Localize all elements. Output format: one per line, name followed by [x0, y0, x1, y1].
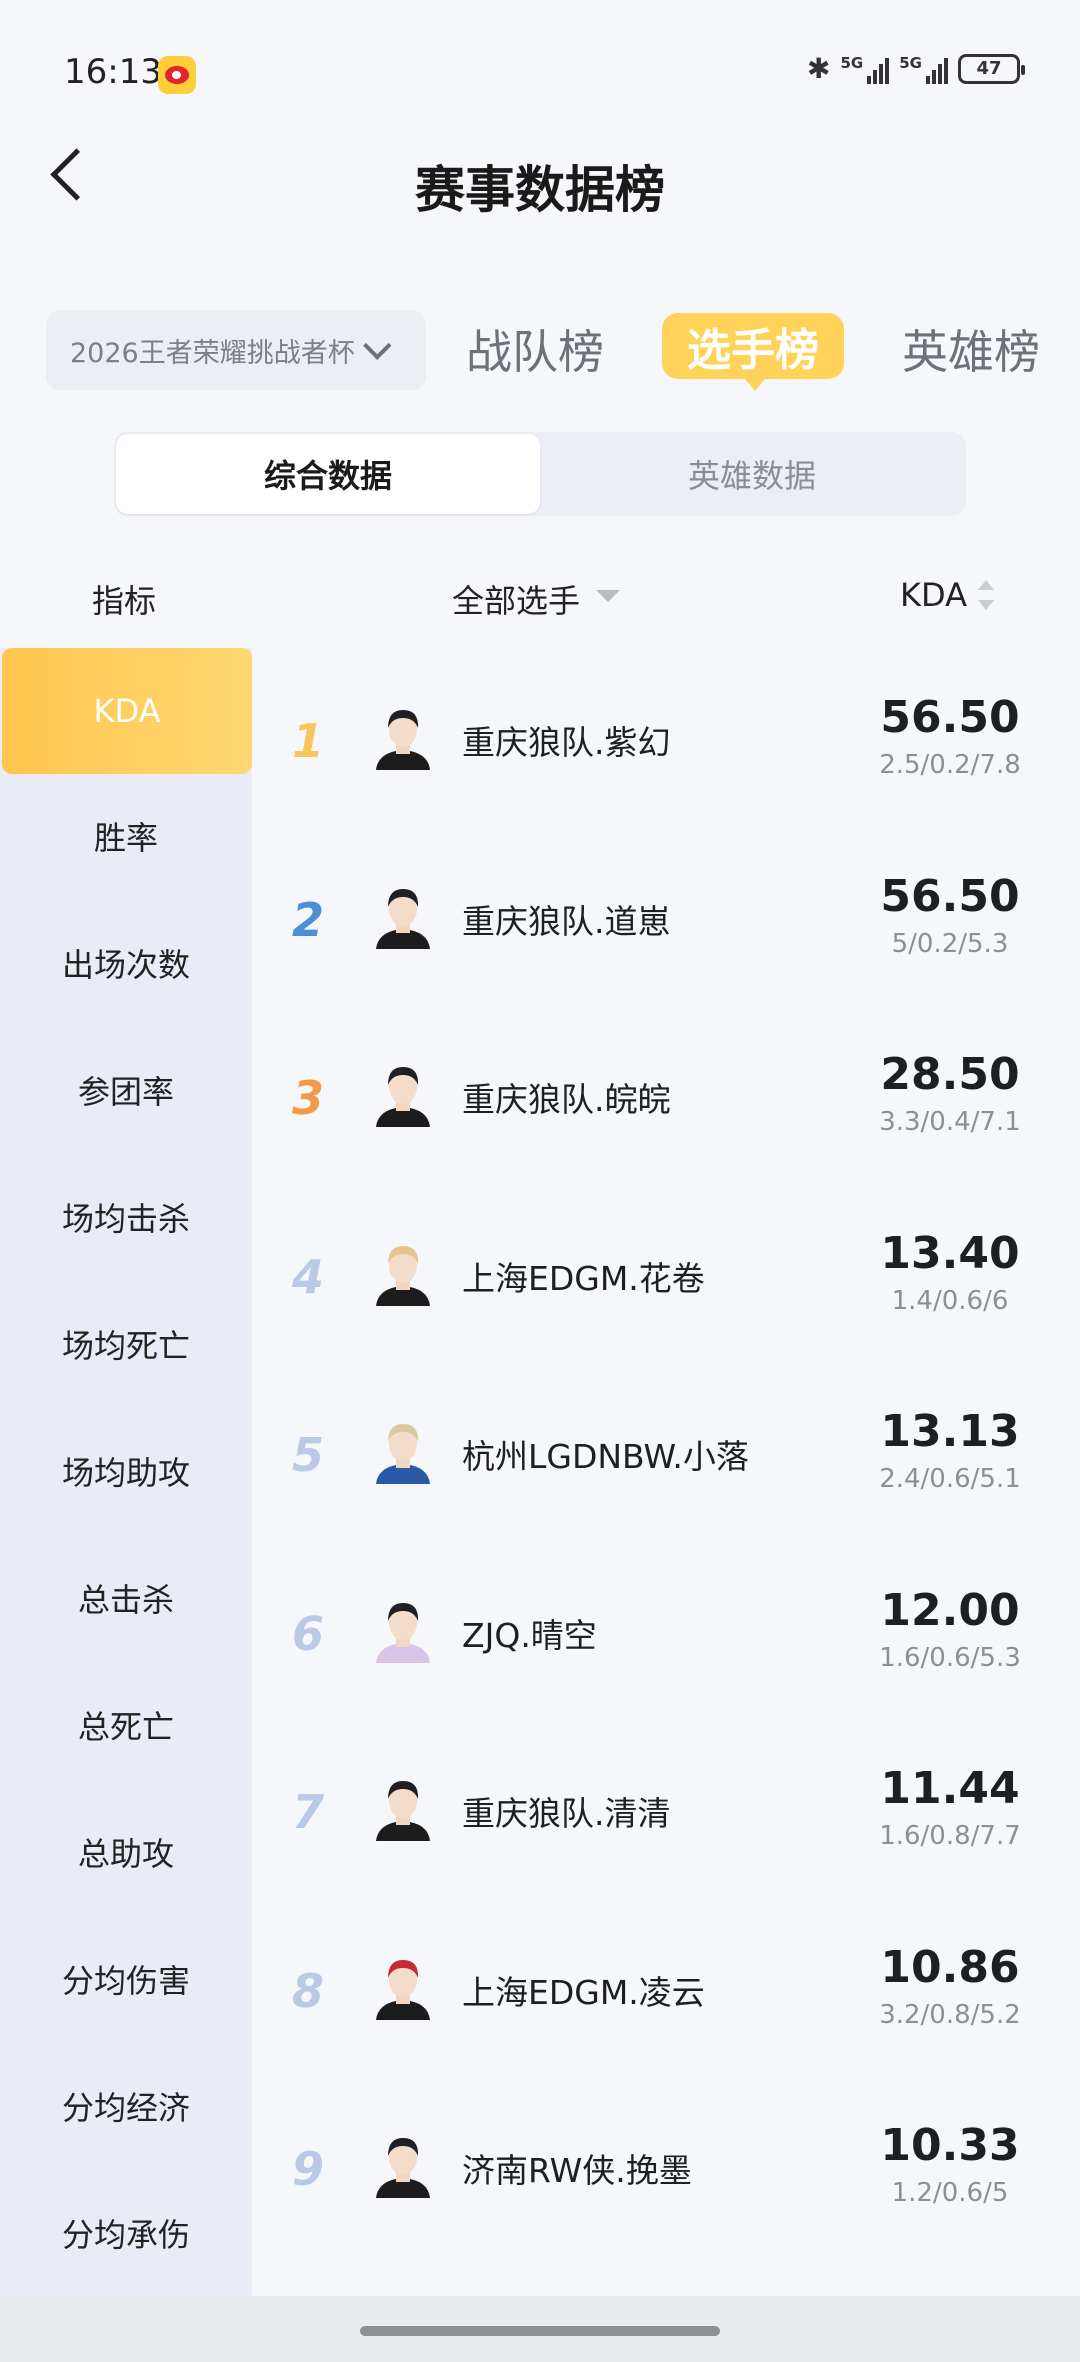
segment-overall[interactable]: 综合数据 [116, 434, 540, 514]
kda-detail: 5/0.2/5.3 [891, 928, 1009, 959]
kda-detail: 2.4/0.6/5.1 [879, 1464, 1021, 1494]
sidebar-item-avg-assists[interactable]: 场均助攻 [0, 1429, 252, 1513]
sidebar-item-total-assists[interactable]: 总助攻 [0, 1810, 252, 1894]
player-avatar[interactable] [372, 1597, 434, 1663]
kda-header[interactable]: KDA [900, 576, 967, 614]
sidebar-item-kda[interactable]: KDA [2, 648, 252, 774]
player-name[interactable]: ZJQ.晴空 [462, 1609, 597, 1657]
rank-number: 1 [291, 714, 324, 768]
sidebar-item-total-deaths[interactable]: 总死亡 [0, 1683, 252, 1767]
signal-icon-1: 5G [841, 54, 890, 84]
tab-hero[interactable]: 英雄榜 [902, 316, 1040, 382]
page-title: 赛事数据榜 [415, 161, 665, 219]
rank-number: 4 [291, 1249, 324, 1304]
kda-detail: 1.6/0.6/5.3 [879, 1642, 1021, 1673]
kda-value: 10.86 [880, 1941, 1020, 1993]
player-avatar[interactable] [372, 1954, 434, 2020]
battery-icon: 47 [958, 53, 1025, 84]
status-icons: ✱ 5G 5G 47 [807, 52, 1025, 85]
player-name[interactable]: 杭州LGDNBW.小落 [462, 1430, 749, 1478]
tab-player[interactable]: 选手榜 [662, 313, 844, 391]
caret-down-icon [596, 590, 620, 602]
weibo-icon [158, 56, 196, 94]
kda-detail: 1.2/0.6/5 [891, 2178, 1009, 2208]
sidebar-item-taken-per-min[interactable]: 分均承伤 [0, 2191, 252, 2275]
player-avatar[interactable] [372, 704, 434, 770]
sidebar-item-winrate[interactable]: 胜率 [0, 794, 252, 878]
kda-value: 11.44 [880, 1763, 1020, 1814]
kda-value: 12.00 [880, 1584, 1020, 1636]
tab-team[interactable]: 战队榜 [466, 316, 604, 382]
sort-icon[interactable] [978, 580, 996, 616]
player-avatar[interactable] [372, 1418, 434, 1484]
sidebar-item-appearances[interactable]: 出场次数 [0, 921, 252, 1005]
player-avatar[interactable] [372, 1240, 434, 1306]
tournament-dropdown[interactable]: 2026王者荣耀挑战者杯 [46, 310, 426, 390]
player-avatar[interactable] [372, 2132, 434, 2198]
sidebar-item-total-kills[interactable]: 总击杀 [0, 1556, 252, 1640]
player-avatar[interactable] [372, 1061, 434, 1127]
signal-icon-2: 5G [899, 54, 948, 84]
kda-value: 56.50 [880, 870, 1020, 922]
segment-hero[interactable]: 英雄数据 [540, 434, 964, 514]
kda-detail: 3.3/0.4/7.1 [879, 1107, 1021, 1137]
kda-detail: 1.4/0.6/6 [891, 1285, 1009, 1316]
rank-number: 5 [291, 1428, 324, 1482]
kda-value: 13.13 [880, 1406, 1020, 1457]
kda-value: 56.50 [880, 692, 1020, 743]
kda-value: 10.33 [880, 2120, 1020, 2171]
player-name[interactable]: 重庆狼队.紫幻 [462, 716, 671, 764]
player-name[interactable]: 济南RW侠.挽墨 [462, 2144, 692, 2192]
kda-value: 28.50 [880, 1049, 1020, 1100]
kda-detail: 3.2/0.8/5.2 [879, 1999, 1021, 2030]
rank-number: 3 [291, 1071, 324, 1125]
rank-number: 7 [291, 1785, 324, 1839]
home-indicator[interactable] [360, 2326, 720, 2336]
chevron-down-icon [362, 331, 392, 360]
rank-number: 8 [291, 1963, 324, 2018]
sidebar-item-avg-deaths[interactable]: 场均死亡 [0, 1302, 252, 1386]
rank-number: 9 [291, 2142, 324, 2196]
player-name[interactable]: 重庆狼队.清清 [462, 1787, 671, 1835]
metric-header: 指标 [92, 582, 157, 620]
tournament-label: 2026王者荣耀挑战者杯 [70, 337, 355, 369]
kda-value: 13.40 [880, 1227, 1020, 1279]
status-time: 16:13 [64, 52, 162, 92]
rank-number: 2 [291, 892, 324, 947]
sidebar-item-damage-per-min[interactable]: 分均伤害 [0, 1937, 252, 2021]
bluetooth-icon: ✱ [807, 52, 831, 85]
sidebar-item-avg-kills[interactable]: 场均击杀 [0, 1175, 252, 1259]
rank-number: 6 [291, 1606, 324, 1661]
kda-detail: 1.6/0.8/7.7 [879, 1821, 1021, 1851]
sidebar-item-gold-per-min[interactable]: 分均经济 [0, 2064, 252, 2148]
player-name[interactable]: 上海EDGM.凌云 [462, 1966, 705, 2014]
player-avatar[interactable] [372, 1775, 434, 1841]
player-avatar[interactable] [372, 883, 434, 949]
sidebar-item-participation[interactable]: 参团率 [0, 1048, 252, 1132]
battery-level: 47 [976, 58, 1002, 79]
kda-detail: 2.5/0.2/7.8 [879, 750, 1021, 780]
player-name[interactable]: 重庆狼队.道崽 [462, 895, 671, 943]
player-name[interactable]: 上海EDGM.花卷 [462, 1252, 705, 1300]
player-name[interactable]: 重庆狼队.皖皖 [462, 1073, 671, 1121]
player-filter[interactable]: 全部选手 [452, 576, 580, 622]
